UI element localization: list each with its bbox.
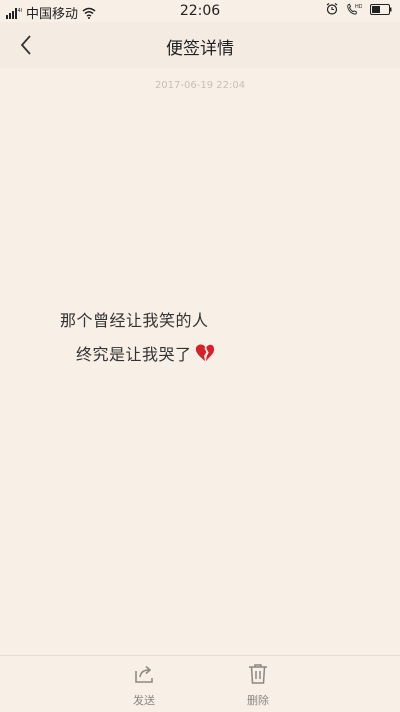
send-button[interactable]: 发送 (114, 662, 174, 710)
trash-icon (249, 664, 267, 684)
page-title: 便签详情 (166, 39, 234, 59)
note-text-line-1: 那个曾经让我笑的人 (60, 311, 209, 330)
delete-button[interactable]: 删除 (228, 662, 288, 710)
share-icon (135, 665, 153, 683)
alarm-clock-icon (326, 3, 338, 15)
note-timestamp: 2017-06-19 22:04 (154, 80, 246, 91)
broken-heart-icon (195, 344, 214, 362)
note-text-line-2-text: 终究是让我哭了 (76, 345, 192, 364)
status-bar: 4G 中国移动 22:06 HD (0, 0, 400, 22)
navigation-bar: 便签详情 (0, 22, 400, 68)
status-right: HD (326, 3, 392, 15)
hd-call-icon: HD (347, 3, 362, 15)
bottom-action-bar: 发送 删除 (0, 655, 400, 712)
battery-icon (370, 3, 392, 15)
send-label: 发送 (133, 694, 155, 707)
delete-label: 删除 (247, 694, 269, 707)
note-text-line-2: 终究是让我哭了 (76, 341, 216, 365)
hd-label: HD (355, 4, 362, 10)
